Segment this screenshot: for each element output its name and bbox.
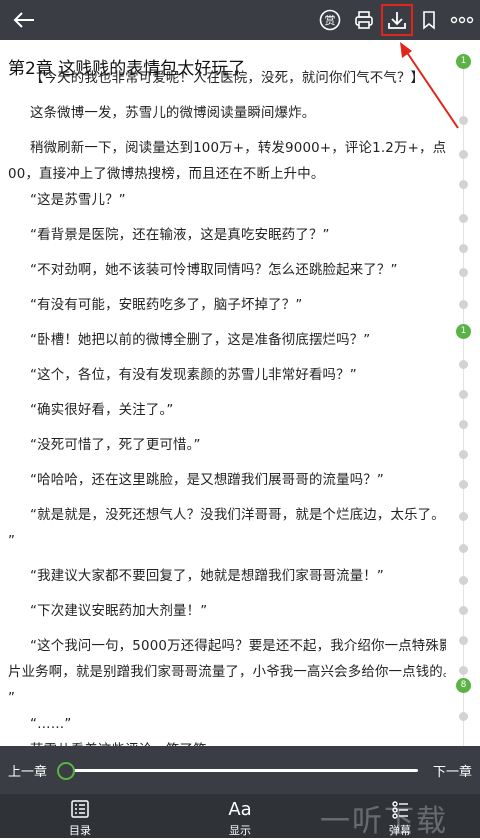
progress-thumb[interactable] <box>57 762 75 780</box>
display-button[interactable]: Aa 显示 <box>210 796 270 838</box>
top-toolbar: 赏 <box>0 0 480 40</box>
comment-dot[interactable] <box>459 214 468 223</box>
text-line: “不对劲啊，她不该装可怜博取同情吗？怎么还跳脸起来了？” <box>30 263 398 278</box>
text-line: ” <box>8 534 16 549</box>
comment-dot[interactable] <box>459 576 468 585</box>
comment-dot[interactable] <box>459 450 468 459</box>
text-line: ” <box>8 691 16 706</box>
chapter-progress-bar: 上一章 下一章 <box>0 746 480 794</box>
comment-count-badge[interactable]: 8 <box>456 678 471 693</box>
comment-dot[interactable] <box>459 712 468 721</box>
text-line: “这个我问一句，5000万还得起吗？要是还不起，我介绍你一点特殊影 <box>30 639 446 654</box>
prev-chapter-button[interactable]: 上一章 <box>8 761 47 780</box>
next-chapter-button[interactable]: 下一章 <box>433 761 472 780</box>
text-line: “就是就是，没死还想气人？没我们洋哥哥，就是个烂底边，太乐了。 <box>30 508 445 523</box>
text-line: 片业务啊，就是别蹭我们家哥哥流量了，小爷我一高兴会多给你一点钱的。 <box>8 665 446 680</box>
text-line: “哈哈哈，还在这里跳脸，是又想蹭我们展哥哥的流量吗？” <box>30 473 385 488</box>
text-line: “这是苏雪儿？” <box>30 193 126 208</box>
text-line: “有没有可能，安眠药吃多了，脑子坏掉了？” <box>30 298 303 313</box>
comment-dot[interactable] <box>459 268 468 277</box>
text-line: 苏雪儿看着这些评论，笑了笑。 <box>8 738 446 746</box>
reward-icon[interactable]: 赏 <box>316 6 344 34</box>
text-line: “没死可惜了，死了更可惜。” <box>30 438 201 453</box>
text-line: “看背景是医院，还在输液，这是真吃安眠药了？” <box>30 228 330 243</box>
comment-dot[interactable] <box>459 300 468 309</box>
reading-content[interactable]: 第2章 这贱贱的表情包太好玩了 【今天的我也非常可爱呢！人在医院，没死，就问你们… <box>0 40 446 746</box>
comment-dot[interactable] <box>459 360 468 369</box>
progress-track[interactable] <box>58 769 418 772</box>
comment-dot[interactable] <box>459 606 468 615</box>
catalog-label: 目录 <box>69 824 91 837</box>
svg-text:赏: 赏 <box>325 14 336 27</box>
comment-count-badge[interactable]: 1 <box>456 324 471 339</box>
text-line: “确实很好看，关注了。” <box>30 403 174 418</box>
text-line: “我建议大家都不要回复了，她就是想蹭我们家哥哥流量！” <box>30 569 385 584</box>
comment-dot[interactable] <box>459 390 468 399</box>
bookmark-icon[interactable] <box>415 6 443 34</box>
text-line: “卧槽！她把以前的微博全删了，这是准备彻底摆烂吗？” <box>30 333 371 348</box>
comment-dot[interactable] <box>459 244 468 253</box>
download-highlight-box <box>381 4 413 36</box>
back-arrow-icon[interactable] <box>10 6 38 34</box>
text-line: “这个，各位，有没有发现素颜的苏雪儿非常好看吗？” <box>30 368 357 383</box>
comment-dot[interactable] <box>459 420 468 429</box>
text-line: “……” <box>30 717 72 732</box>
text-line: 稍微刷新一下，阅读量达到100万+，转发9000+，评论1.2万+，点赞60 <box>30 141 446 156</box>
print-icon[interactable] <box>350 6 378 34</box>
comment-dot[interactable] <box>459 150 468 159</box>
more-icon[interactable] <box>448 6 476 34</box>
display-label: 显示 <box>229 824 251 837</box>
catalog-icon <box>50 796 110 822</box>
comment-dot[interactable] <box>459 116 468 125</box>
comment-dot[interactable] <box>459 180 468 189</box>
text-line: 这条微博一发，苏雪儿的微博阅读量瞬间爆炸。 <box>30 106 316 121</box>
comment-count-badge[interactable]: 1 <box>456 54 471 69</box>
watermark: 一听下载 <box>320 804 448 839</box>
comment-dot[interactable] <box>459 636 468 645</box>
text-line: 00，直接冲上了微博热搜榜，而且还在不断上升中。 <box>8 167 325 182</box>
comment-dot[interactable] <box>459 480 468 489</box>
comment-dot[interactable] <box>459 544 468 553</box>
catalog-button[interactable]: 目录 <box>50 796 110 838</box>
comment-dot[interactable] <box>459 512 468 521</box>
comment-dot[interactable] <box>459 666 468 675</box>
text-line: “下次建议安眠药加大剂量！” <box>30 604 208 619</box>
text-line: 【今天的我也非常可爱呢！人在医院，没死，就问你们气不气？】 <box>30 71 425 86</box>
display-icon: Aa <box>228 798 252 820</box>
